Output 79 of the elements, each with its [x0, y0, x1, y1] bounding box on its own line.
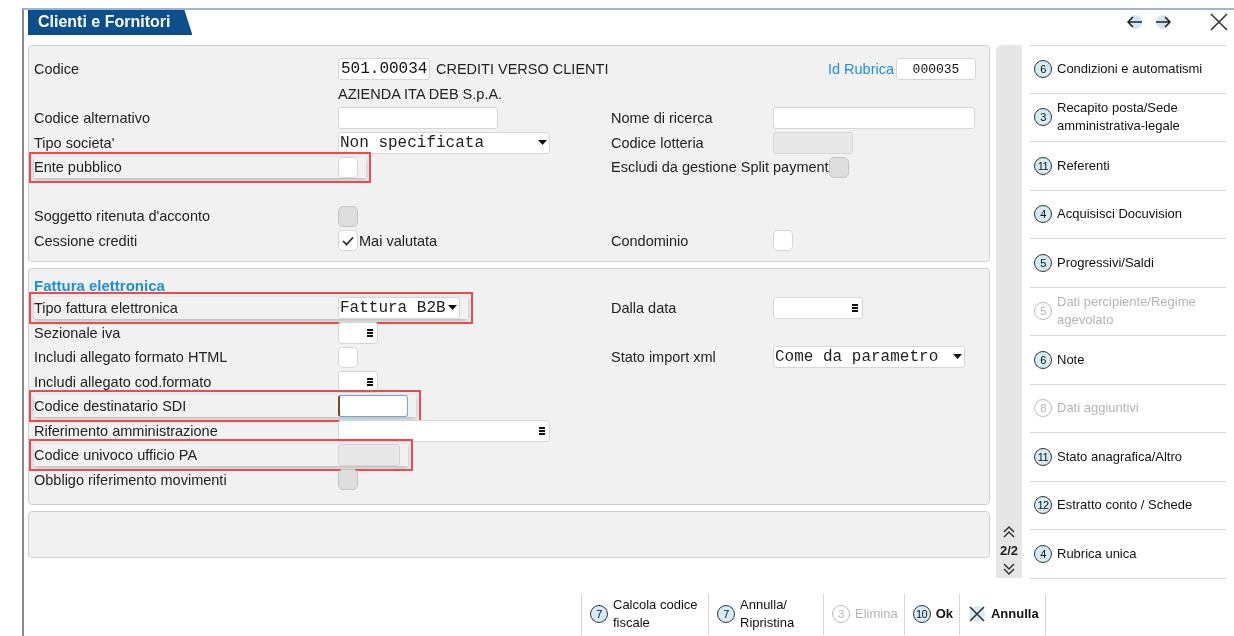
- field-label: Tipo societa': [34, 134, 116, 151]
- field-label: Includi allegato formato HTML: [34, 349, 229, 366]
- field-label: Obbligo riferimento movimenti: [34, 471, 228, 488]
- field-label: Ente pubblico: [34, 159, 123, 176]
- lookup-field[interactable]: [338, 419, 550, 442]
- field-label: Condominio: [611, 232, 690, 249]
- sidebar-button[interactable]: 6 Condizioni e automatismi: [1030, 45, 1226, 94]
- shortcut-number: 12: [1034, 496, 1052, 515]
- check-icon: [342, 235, 354, 246]
- field-label: Codice univoco ufficio PA: [34, 447, 199, 464]
- field-label: Dalla data: [611, 300, 678, 317]
- caret-icon: [448, 305, 457, 312]
- shortcut-number: 8: [1034, 399, 1052, 418]
- checkbox[interactable]: [338, 156, 358, 178]
- menu-icon: [367, 328, 373, 337]
- field-label: Codice lotteria: [611, 134, 705, 151]
- action-button[interactable]: Annulla: [958, 593, 1046, 635]
- input-field[interactable]: [338, 395, 408, 418]
- action-button[interactable]: 10 Ok: [903, 593, 959, 635]
- input-field[interactable]: 501.00034: [338, 58, 430, 81]
- field-label: Includi allegato cod.formato: [34, 373, 213, 390]
- input-field[interactable]: [773, 107, 975, 130]
- shortcut-number: 7: [590, 605, 608, 623]
- input-field[interactable]: [338, 107, 498, 130]
- shortcut-number: 10: [912, 605, 931, 623]
- checkbox[interactable]: [773, 230, 793, 252]
- close-icon: [967, 605, 986, 623]
- shortcut-number: 5: [1034, 302, 1052, 321]
- lookup-field[interactable]: [338, 321, 378, 344]
- field-label: Escludi da gestione Split payment: [611, 159, 829, 176]
- company-name: AZIENDA ITA DEB S.p.A.: [338, 85, 503, 102]
- shortcut-number: 4: [1034, 544, 1052, 563]
- sidebar-button[interactable]: 11 Referenti: [1030, 142, 1226, 191]
- checkbox[interactable]: [338, 230, 358, 252]
- input-field[interactable]: 000035: [896, 58, 976, 81]
- sidebar-button[interactable]: 5 Progressivi/Saldi: [1030, 239, 1226, 288]
- field-label: Sezionale iva: [34, 324, 122, 341]
- close-icon[interactable]: [1210, 13, 1228, 31]
- caret-icon: [953, 354, 962, 361]
- field-label: Codice: [34, 61, 81, 78]
- page-down-icon[interactable]: [1002, 562, 1016, 576]
- lookup-field[interactable]: [338, 370, 378, 393]
- shortcut-number: 6: [1034, 350, 1052, 369]
- menu-icon: [539, 426, 545, 435]
- field-label: Codice destinatario SDI: [34, 398, 188, 415]
- shortcut-number: 3: [1034, 108, 1052, 127]
- sidebar-button[interactable]: 6 Note: [1030, 336, 1226, 385]
- sidebar-button[interactable]: 4 Rubrica unica: [1030, 530, 1226, 579]
- account-description: CREDITI VERSO CLIENTI: [436, 61, 609, 78]
- shortcut-number: 4: [1034, 205, 1052, 224]
- page-counter: 2/2: [999, 543, 1019, 558]
- window-title: Clienti e Fornitori: [28, 10, 193, 35]
- field-label: Stato import xml: [611, 349, 717, 366]
- section-title: Fattura elettronica: [34, 276, 165, 296]
- dropdown-field[interactable]: Non specificata: [338, 131, 550, 154]
- sidebar-button[interactable]: 12 Estratto conto / Schede: [1030, 481, 1226, 530]
- field-label: Riferimento amministrazione: [34, 422, 219, 439]
- shortcut-number: 7: [717, 605, 735, 623]
- caret-icon: [538, 139, 547, 146]
- field-label: Codice alternativo: [34, 110, 152, 127]
- page-up-icon[interactable]: [1002, 525, 1016, 539]
- dropdown-field[interactable]: Come da parametro: [773, 346, 965, 369]
- sidebar-button[interactable]: 11 Stato anagrafica/Altro: [1030, 433, 1226, 482]
- shortcut-number: 5: [1034, 253, 1052, 272]
- field-label: Soggetto ritenuta d'acconto: [34, 208, 212, 225]
- dropdown-field[interactable]: Fattura B2B: [338, 297, 460, 320]
- shortcut-number: 11: [1034, 447, 1052, 466]
- field-label: Nome di ricerca: [611, 110, 714, 127]
- lookup-field[interactable]: [773, 297, 863, 320]
- sidebar-button[interactable]: 4 Acquisisci Docuvision: [1030, 190, 1226, 239]
- checkbox-caption: Mai valutata: [359, 232, 438, 249]
- shortcut-number: 3: [832, 605, 850, 623]
- checkbox[interactable]: [338, 346, 358, 368]
- menu-icon: [852, 304, 858, 313]
- menu-icon: [367, 377, 373, 386]
- shortcut-number: 11: [1034, 156, 1052, 175]
- field-label: Tipo fattura elettronica: [34, 300, 179, 317]
- shortcut-number: 6: [1034, 60, 1052, 79]
- field-label: Cessione crediti: [34, 232, 139, 249]
